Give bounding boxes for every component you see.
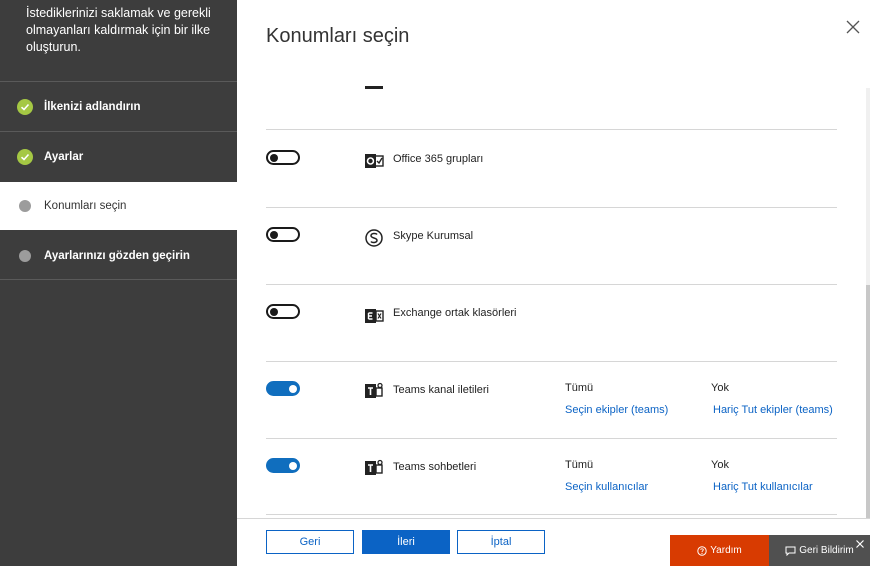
toggle-exchange-public-folders[interactable]	[266, 304, 300, 319]
wizard-step-name-policy[interactable]: İlkenizi adlandırın	[0, 83, 237, 131]
toggle-skype[interactable]	[266, 227, 300, 242]
help-button[interactable]: Yardım	[670, 535, 769, 566]
scrollbar-thumb[interactable]	[866, 285, 870, 518]
included-value: Tümü	[565, 459, 594, 471]
wizard-step-choose-locations[interactable]: Konumları seçin	[0, 182, 237, 230]
excluded-value: Yok	[711, 459, 729, 471]
wizard-step-label: Ayarlar	[44, 151, 84, 163]
wizard-step-label: İlkenizi adlandırın	[44, 101, 141, 113]
toggle-teams-chats[interactable]	[266, 458, 300, 473]
skype-icon	[365, 229, 383, 247]
wizard-description: İstediklerinizi saklamak ve gerekli olma…	[26, 6, 211, 54]
divider	[266, 129, 837, 130]
divider	[266, 438, 837, 439]
location-name: Skype Kurumsal	[393, 230, 474, 242]
checkmark-icon	[17, 149, 33, 165]
divider	[266, 361, 837, 362]
divider	[266, 284, 837, 285]
toggle-teams-channel-messages[interactable]	[266, 381, 300, 396]
location-name: Teams kanal iletileri	[393, 384, 489, 396]
office365-groups-icon	[365, 154, 384, 168]
divider	[0, 279, 237, 280]
divider	[266, 207, 837, 208]
exchange-icon	[365, 309, 384, 323]
cancel-button[interactable]: İptal	[457, 530, 545, 554]
divider	[0, 131, 237, 132]
checkmark-icon	[17, 99, 33, 115]
feedback-label: Geri Bildirim	[799, 545, 854, 556]
divider	[266, 514, 837, 515]
toggle-knob	[270, 230, 278, 239]
close-icon[interactable]	[855, 536, 865, 548]
wizard-step-label: Ayarlarınızı gözden geçirin	[44, 250, 190, 262]
location-name: Office 365 grupları	[393, 153, 484, 165]
wizard-step-settings[interactable]: Ayarlar	[0, 133, 237, 181]
teams-icon	[365, 459, 383, 475]
divider	[237, 518, 870, 519]
toggle-knob	[289, 384, 297, 393]
close-icon[interactable]	[844, 18, 862, 36]
step-dot-icon	[19, 200, 31, 212]
wizard-step-review[interactable]: Ayarlarınızı gözden geçirin	[0, 232, 237, 280]
next-button[interactable]: İleri	[362, 530, 450, 554]
speech-bubble-icon	[785, 546, 796, 556]
partial-location-icon	[365, 86, 383, 89]
help-label: Yardım	[710, 545, 742, 556]
toggle-knob	[270, 307, 278, 316]
wizard-step-label: Konumları seçin	[44, 200, 127, 212]
divider	[0, 81, 237, 82]
toggle-office365-groups[interactable]	[266, 150, 300, 165]
location-name: Exchange ortak klasörleri	[393, 307, 517, 319]
step-dot-icon	[19, 250, 31, 262]
page-title: Konumları seçin	[266, 25, 410, 47]
choose-users-link[interactable]: Seçin kullanıcılar	[565, 481, 648, 493]
teams-icon	[365, 382, 383, 398]
back-button[interactable]: Geri	[266, 530, 354, 554]
exclude-users-link[interactable]: Hariç Tut kullanıcılar	[713, 481, 813, 493]
toggle-knob	[270, 153, 278, 162]
exclude-teams-link[interactable]: Hariç Tut ekipler (teams)	[713, 404, 833, 416]
location-name: Teams sohbetleri	[393, 461, 477, 473]
excluded-value: Yok	[711, 382, 729, 394]
wizard-panel: İstediklerinizi saklamak ve gerekli olma…	[0, 0, 237, 566]
choose-teams-link[interactable]: Seçin ekipler (teams)	[565, 404, 668, 416]
toggle-knob	[289, 461, 297, 470]
included-value: Tümü	[565, 382, 594, 394]
question-icon	[697, 545, 707, 556]
